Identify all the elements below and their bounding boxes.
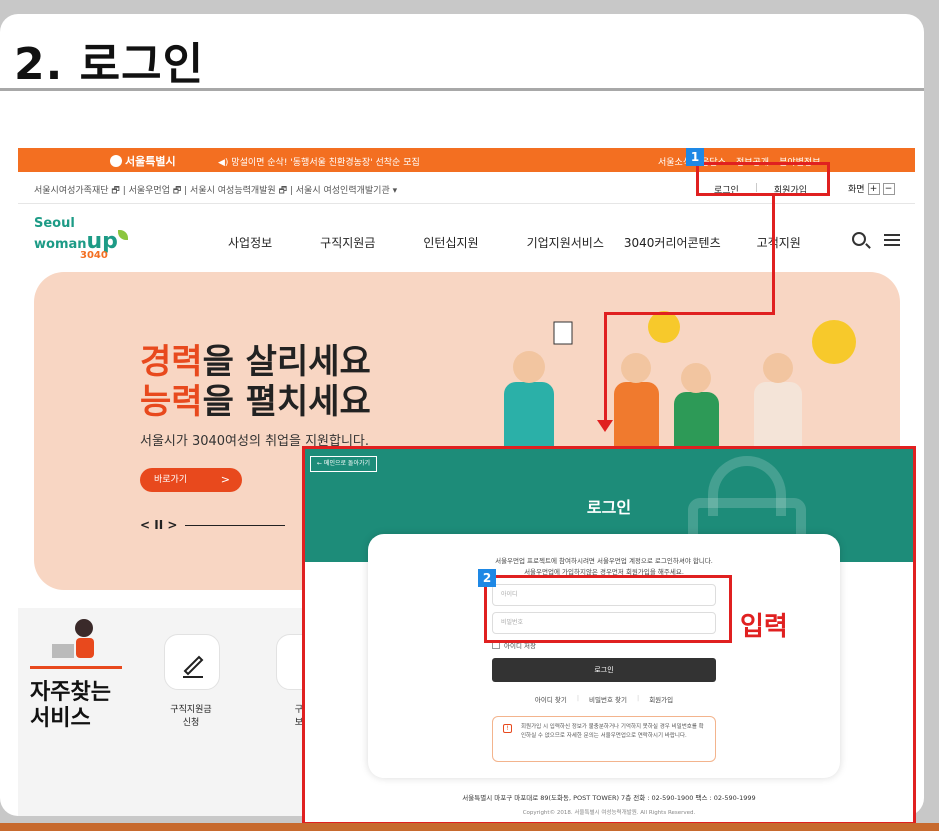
pencil-icon[interactable] — [164, 634, 220, 690]
highlight-login-links — [696, 162, 830, 196]
step-badge-1: 1 — [686, 148, 704, 166]
quick-title-line: 서비스 — [30, 706, 91, 731]
nav-item[interactable]: 고객지원 — [757, 234, 801, 251]
step-badge-2: 2 — [478, 569, 496, 587]
search-icon[interactable] — [852, 232, 866, 246]
slide-title: 2. 로그인 — [14, 39, 205, 90]
leaf-icon — [117, 229, 128, 240]
city-name: 서울특별시 — [125, 155, 176, 168]
hero-cta-button[interactable]: 바로가기 > — [140, 468, 242, 492]
seoul-logo-icon — [110, 155, 122, 167]
carousel-progress-line — [185, 524, 286, 526]
quick-label-line: 신청 — [182, 718, 200, 728]
hero-text: 을 펼치세요 — [202, 382, 371, 422]
nav-menu: 사업정보 구직지원금 인턴십지원 기업지원서비스 3040커리어콘텐츠 고객지원 — [228, 234, 849, 251]
zoom-out-button[interactable]: − — [882, 182, 895, 195]
zoom-in-button[interactable]: + — [867, 182, 880, 195]
nav-item[interactable]: 사업정보 — [228, 234, 272, 251]
brand-year: 3040 — [80, 250, 108, 262]
brand-line2: woman — [34, 236, 87, 252]
nav-item[interactable]: 기업지원서비스 — [527, 234, 604, 251]
quick-label-line: 구직지원금 — [170, 705, 212, 715]
hero-highlight: 능력 — [140, 382, 203, 422]
main-nav: Seoul womanup 3040 사업정보 구직지원금 인턴십지원 기업지원… — [18, 204, 915, 268]
title-divider — [0, 88, 924, 91]
connector-line — [772, 196, 775, 314]
cta-label: 바로가기 — [154, 475, 188, 485]
laptop-woman-illustration — [52, 619, 94, 658]
highlight-credential-fields — [484, 575, 732, 643]
hero-text: 을 살리세요 — [202, 342, 371, 382]
family-site-links[interactable]: 서울시여성가족재단 🗗 | 서울우먼업 🗗 | 서울시 여성능력개발원 🗗 | … — [34, 183, 397, 199]
nav-item[interactable]: 구직지원금 — [320, 234, 375, 251]
quick-services-title: 자주찾는 서비스 — [30, 680, 111, 732]
carousel-prev-pause-next[interactable]: < II > — [140, 518, 177, 532]
seoul-city-logo[interactable]: 서울특별시 — [110, 153, 176, 169]
hamburger-menu-icon[interactable] — [884, 234, 900, 246]
arrow-down-icon — [597, 420, 613, 432]
screen-label: 화면 — [848, 185, 865, 195]
hero-highlight: 경력 — [140, 342, 203, 382]
chevron-right-icon: > — [220, 473, 230, 486]
quick-title-underline — [30, 666, 122, 669]
slide-bottom-bar — [0, 823, 939, 831]
quick-item-label[interactable]: 구직지원금 신청 — [156, 704, 226, 730]
screen-size-control: 화면 + − — [848, 182, 895, 195]
carousel-controls: < II > — [140, 518, 286, 532]
input-annotation-label: 입력 — [740, 612, 788, 642]
topbar-notice[interactable]: ◀) 망설이면 순삭! '동행서울 친환경농장' 선착순 모집 — [218, 155, 420, 168]
brand-line1: Seoul — [34, 216, 75, 231]
connector-line — [604, 312, 775, 315]
nav-item[interactable]: 3040커리어콘텐츠 — [624, 234, 721, 251]
nav-item[interactable]: 인턴십지원 — [423, 234, 478, 251]
seoul-womanup-logo[interactable]: Seoul womanup 3040 — [34, 216, 128, 262]
hero-headline: 경력을 살리세요 능력을 펼치세요 — [140, 342, 371, 422]
connector-line — [604, 312, 607, 428]
quick-title-line: 자주찾는 — [30, 680, 111, 705]
